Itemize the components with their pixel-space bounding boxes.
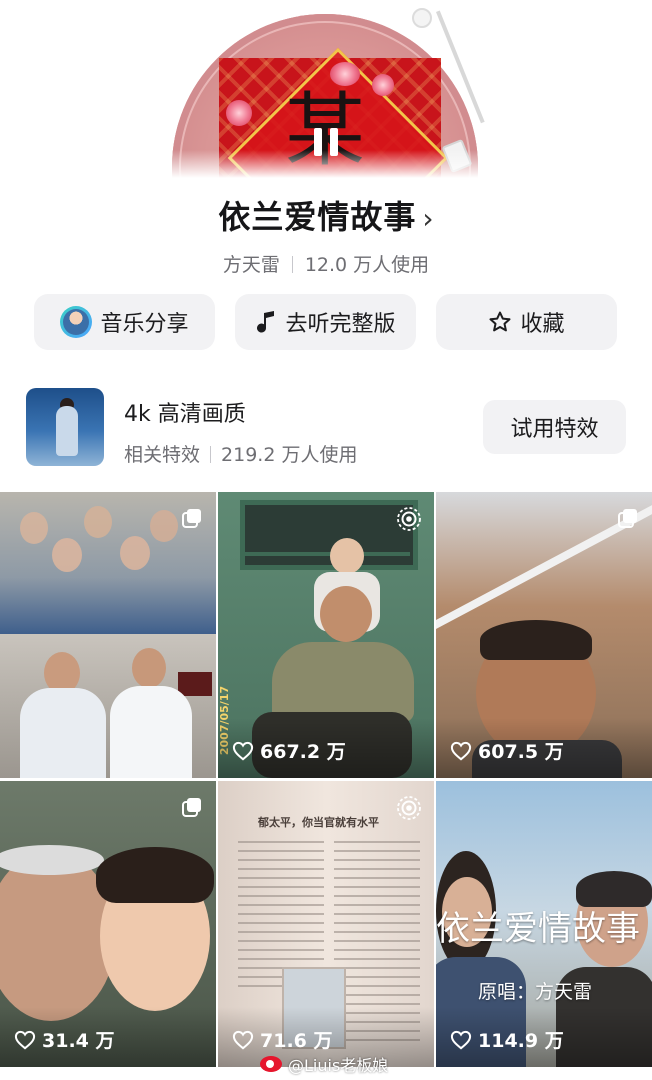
avatar-icon — [60, 306, 93, 338]
music-share-label: 音乐分享 — [100, 312, 189, 337]
song-usage: 12.0 万人使用 — [304, 254, 430, 276]
effect-title[interactable]: 4k 高清画质 — [124, 396, 246, 428]
divider — [291, 256, 293, 273]
multi-image-icon — [182, 509, 201, 528]
listen-full-label: 去听完整版 — [285, 312, 396, 337]
multi-image-icon — [618, 509, 637, 528]
record-fade — [0, 150, 652, 178]
like-count-value: 31.4 万 — [42, 1030, 115, 1052]
heart-icon — [232, 1030, 254, 1049]
weibo-icon — [260, 1056, 282, 1072]
tile-hair — [480, 620, 592, 660]
overlay-title: 依兰爱情故事 — [436, 909, 640, 949]
tile-shirt — [110, 686, 192, 778]
star-icon — [488, 310, 512, 334]
watermark-text: @Liuis老板娘 — [288, 1056, 389, 1075]
song-title[interactable]: 依兰爱情故事 — [218, 198, 416, 236]
like-count: 607.5 万 — [450, 737, 564, 764]
music-note-icon — [255, 310, 277, 334]
music-share-button[interactable]: 音乐分享 — [34, 294, 215, 350]
tile-face — [84, 506, 112, 538]
book-heading: 郁太平，你当官就有水平 — [258, 816, 379, 829]
tile-face — [20, 512, 48, 544]
divider — [210, 446, 212, 463]
favorite-button[interactable]: 收藏 — [436, 294, 617, 350]
like-count: 667.2 万 — [232, 737, 346, 764]
live-icon — [397, 507, 421, 531]
tile-face — [120, 536, 150, 570]
tonearm-pivot — [412, 8, 432, 28]
tile-face — [132, 648, 166, 688]
like-count: 31.4 万 — [14, 1026, 115, 1053]
effect-category: 相关特效 — [124, 444, 201, 466]
song-title-row[interactable]: 依兰爱情故事 › — [0, 192, 652, 238]
like-count: 71.6 万 — [232, 1026, 333, 1053]
thumb-figure — [56, 406, 78, 456]
listen-full-button[interactable]: 去听完整版 — [235, 294, 416, 350]
tile-shirt — [20, 688, 106, 778]
tile-man-head — [320, 586, 372, 642]
like-count-value: 114.9 万 — [478, 1030, 564, 1052]
video-tile[interactable]: 郁太平，你当官就有水平 71.6 万 — [218, 781, 434, 1067]
effect-usage: 219.2 万人使用 — [221, 444, 358, 466]
effect-thumbnail[interactable] — [26, 388, 104, 466]
heart-icon — [232, 741, 254, 760]
video-tile[interactable]: 2007/05/17 667.2 万 — [218, 492, 434, 778]
favorite-label: 收藏 — [520, 312, 565, 337]
like-count: 114.9 万 — [450, 1026, 564, 1053]
video-tile[interactable]: 31.4 万 — [0, 781, 216, 1067]
heart-icon — [450, 741, 472, 760]
effect-meta: 相关特效 219.2 万人使用 — [124, 440, 357, 467]
tile-sign — [178, 672, 212, 696]
album-flower-decoration — [330, 62, 360, 86]
tile-book-heading-wrap: 郁太平，你当官就有水平 — [258, 811, 408, 831]
tile-face — [150, 510, 178, 542]
record-player[interactable]: 某 — [0, 0, 652, 178]
chevron-right-icon[interactable]: › — [422, 202, 433, 235]
song-artist[interactable]: 方天雷 — [223, 254, 280, 276]
video-tile[interactable]: 依兰爱情故事 原唱：方天雷 114.9 万 — [436, 781, 652, 1067]
tile-window — [240, 500, 418, 570]
song-meta: 方天雷 12.0 万人使用 — [0, 250, 652, 277]
weibo-watermark: @Liuis老板娘 — [260, 1052, 388, 1076]
overlay-subtitle: 原唱：方天雷 — [478, 981, 593, 1003]
album-flower-decoration — [226, 100, 252, 126]
tile-window-bar — [240, 552, 410, 556]
like-count-value: 71.6 万 — [260, 1030, 333, 1052]
like-count-value: 667.2 万 — [260, 741, 346, 763]
heart-icon — [450, 1030, 472, 1049]
tile-child-head — [330, 538, 364, 574]
heart-icon — [14, 1030, 36, 1049]
tile-hair — [96, 847, 214, 903]
video-tile[interactable]: 607.5 万 — [436, 492, 652, 778]
like-count-value: 607.5 万 — [478, 741, 564, 763]
video-tile[interactable] — [0, 492, 216, 778]
multi-image-icon — [182, 798, 201, 817]
tile-face — [52, 538, 82, 572]
try-effect-button[interactable]: 试用特效 — [483, 400, 626, 454]
tile-man-body — [272, 642, 414, 722]
live-icon — [397, 796, 421, 820]
